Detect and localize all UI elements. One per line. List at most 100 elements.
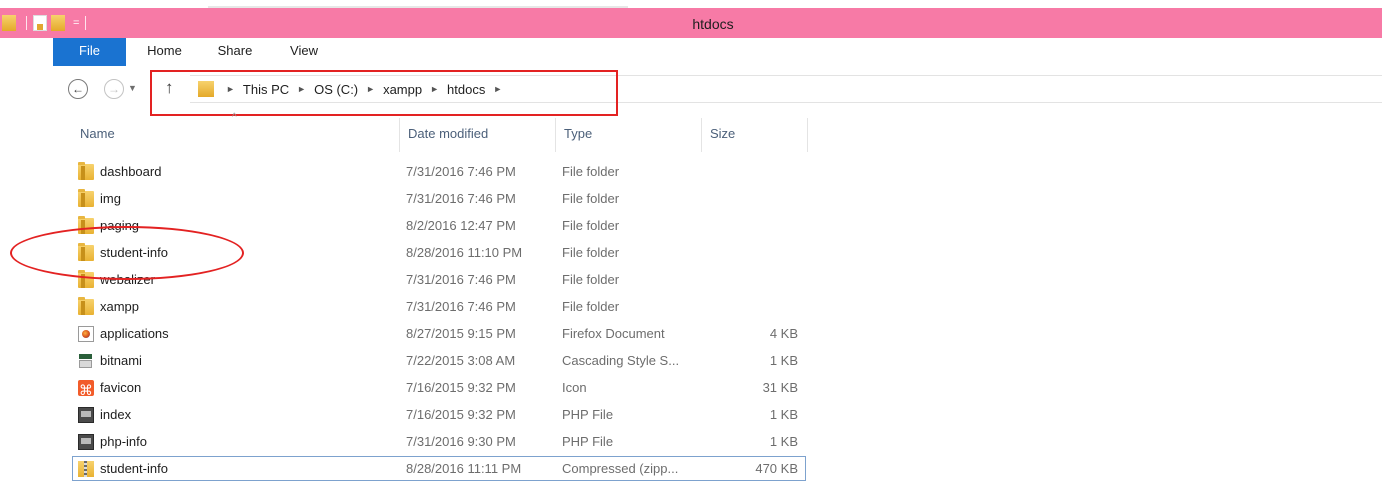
file-type: File folder	[562, 272, 620, 287]
tab-home[interactable]: Home	[142, 38, 187, 66]
file-size	[708, 239, 798, 266]
folder-icon	[78, 296, 94, 315]
breadcrumb-arrow-icon[interactable]: ►	[430, 84, 439, 94]
file-row[interactable]: student-info 8/28/2016 11:10 PM File fol…	[0, 239, 1382, 266]
file-date: 7/31/2016 7:46 PM	[406, 191, 516, 206]
file-row[interactable]: php-info 7/31/2016 9:30 PM PHP File 1 KB	[0, 428, 1382, 455]
file-date: 7/16/2015 9:32 PM	[406, 407, 516, 422]
file-name: index	[100, 407, 132, 422]
file-row[interactable]: webalizer 7/31/2016 7:46 PM File folder	[0, 266, 1382, 293]
breadcrumb-this-pc[interactable]: This PC	[243, 82, 289, 97]
breadcrumb-xampp[interactable]: xampp	[383, 82, 422, 97]
file-row[interactable]: favicon 7/16/2015 9:32 PM Icon 31 KB	[0, 374, 1382, 405]
file-date: 7/31/2016 7:46 PM	[406, 164, 516, 179]
breadcrumb-arrow-icon[interactable]: ►	[226, 84, 235, 94]
tab-share[interactable]: Share	[212, 38, 258, 66]
folder-icon	[198, 81, 214, 97]
back-arrow-icon[interactable]: ←	[68, 79, 88, 99]
file-size: 470 KB	[755, 461, 798, 476]
file-name-cell: bitnami	[78, 347, 142, 374]
tab-view[interactable]: View	[284, 38, 324, 66]
navigation-bar: ← → ▼ ↑ ► This PC ► OS (C:) ► xampp ► ht…	[0, 70, 1382, 116]
file-size: 1 KB	[769, 434, 798, 449]
file-name-cell: favicon	[78, 374, 142, 405]
file-date: 8/2/2016 12:47 PM	[406, 218, 516, 233]
folder-icon	[78, 161, 94, 180]
file-type: Cascading Style S...	[562, 353, 680, 368]
column-header-size-label: Size	[710, 126, 736, 141]
file-size: 1 KB	[769, 407, 798, 422]
file-type: Compressed (zipp...	[562, 461, 679, 476]
file-size: 31 KB	[762, 380, 798, 395]
column-divider[interactable]	[807, 118, 808, 152]
file-row-selected[interactable]: student-info 8/28/2016 11:11 PM Compress…	[0, 455, 1382, 482]
file-row[interactable]: dashboard 7/31/2016 7:46 PM File folder	[0, 158, 1382, 185]
file-name-cell: index	[78, 401, 131, 428]
forward-arrow-icon[interactable]: →	[104, 79, 124, 99]
file-name-cell: applications	[78, 320, 169, 347]
file-row[interactable]: bitnami 7/22/2015 3:08 AM Cascading Styl…	[0, 347, 1382, 374]
file-name-cell: student-info	[78, 239, 168, 266]
folder-icon	[78, 215, 94, 234]
column-header-date-label: Date modified	[408, 126, 489, 141]
breadcrumb-os-c[interactable]: OS (C:)	[314, 82, 358, 97]
php-file-icon	[78, 406, 94, 423]
column-header-name-label: Name	[80, 126, 115, 141]
ribbon-tabs: File Home Share View	[0, 38, 1382, 66]
file-type: File folder	[562, 245, 620, 260]
file-date: 7/31/2016 7:46 PM	[406, 272, 516, 287]
file-date: 7/31/2016 9:30 PM	[406, 434, 516, 449]
file-name: student-info	[100, 245, 168, 260]
folder-icon	[78, 242, 94, 261]
file-name: favicon	[100, 380, 142, 395]
breadcrumb-htdocs[interactable]: htdocs	[447, 82, 485, 97]
file-name-cell: webalizer	[78, 266, 155, 293]
file-date: 8/28/2016 11:10 PM	[406, 245, 523, 260]
column-header-name[interactable]: Name	[72, 118, 400, 152]
column-header-date-modified[interactable]: Date modified	[400, 118, 556, 152]
breadcrumb-arrow-icon[interactable]: ►	[297, 84, 306, 94]
file-type: File folder	[562, 299, 620, 314]
file-size	[708, 266, 798, 293]
file-row[interactable]: paging 8/2/2016 12:47 PM File folder	[0, 212, 1382, 239]
file-name-cell: xampp	[78, 293, 139, 320]
up-arrow-icon[interactable]: ↑	[165, 78, 174, 98]
file-name: bitnami	[100, 353, 142, 368]
file-date: 8/27/2015 9:15 PM	[406, 326, 516, 341]
column-headers: Name Date modified Type Size	[0, 118, 1382, 152]
file-type: PHP File	[562, 407, 614, 422]
recent-locations-chevron-icon[interactable]: ▼	[128, 83, 137, 93]
file-row[interactable]: index 7/16/2015 9:32 PM PHP File 1 KB	[0, 401, 1382, 428]
firefox-document-icon	[78, 325, 94, 342]
breadcrumb-arrow-icon[interactable]: ►	[366, 84, 375, 94]
tab-file[interactable]: File	[53, 38, 126, 66]
file-row[interactable]: applications 8/27/2015 9:15 PM Firefox D…	[0, 320, 1382, 347]
file-row[interactable]: xampp 7/31/2016 7:46 PM File folder	[0, 293, 1382, 320]
file-name-cell: dashboard	[78, 158, 161, 185]
breadcrumb-arrow-icon[interactable]: ►	[493, 84, 502, 94]
file-name-cell: img	[78, 185, 121, 212]
file-name-cell: student-info	[78, 455, 168, 482]
php-file-icon	[78, 433, 94, 450]
file-type: Firefox Document	[562, 326, 665, 341]
column-header-size[interactable]: Size	[702, 118, 808, 152]
file-name: dashboard	[100, 164, 162, 179]
file-size	[708, 212, 798, 239]
file-size: 1 KB	[769, 353, 798, 368]
file-type: PHP File	[562, 434, 614, 449]
file-name: xampp	[100, 299, 140, 314]
file-type: File folder	[562, 164, 620, 179]
column-header-type-label: Type	[564, 126, 593, 141]
column-header-type[interactable]: Type	[556, 118, 702, 152]
css-file-icon	[78, 352, 94, 369]
file-row[interactable]: img 7/31/2016 7:46 PM File folder	[0, 185, 1382, 212]
file-name: php-info	[100, 434, 147, 449]
file-date: 7/31/2016 7:46 PM	[406, 299, 516, 314]
folder-icon	[78, 188, 94, 207]
file-type: File folder	[562, 191, 620, 206]
file-date: 7/22/2015 3:08 AM	[406, 353, 516, 368]
file-name-cell: paging	[78, 212, 139, 239]
file-date: 7/16/2015 9:32 PM	[406, 380, 516, 395]
file-name: paging	[100, 218, 140, 233]
file-size	[708, 158, 798, 185]
